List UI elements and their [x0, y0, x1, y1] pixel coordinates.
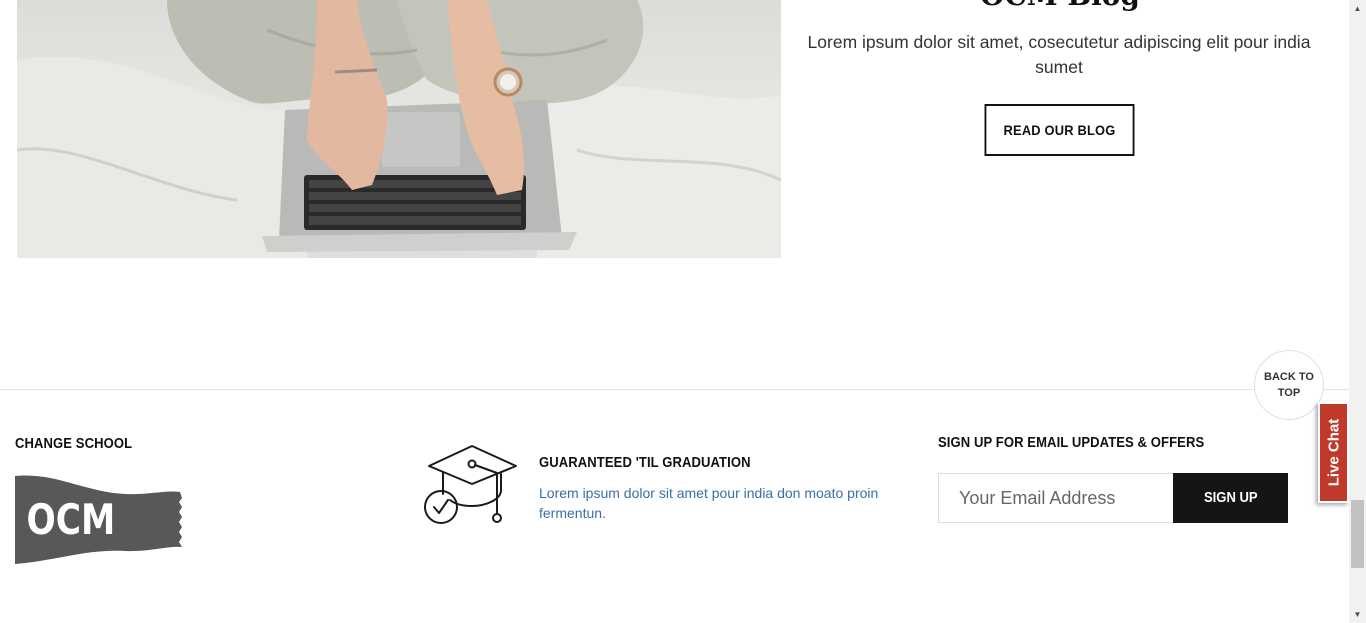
scrollbar-thumb[interactable]: [1351, 500, 1364, 568]
blog-hero-image: [17, 0, 781, 258]
back-to-top-line1: BACK TO: [1264, 371, 1314, 383]
blog-title: OCM Blog: [800, 0, 1320, 10]
sign-up-button[interactable]: SIGN UP: [1173, 473, 1288, 523]
logo-text: OCM: [26, 496, 115, 545]
sign-up-label: SIGN UP: [1203, 490, 1258, 506]
laptop-on-bed-illustration: [17, 0, 781, 258]
footer-divider: [0, 389, 1349, 390]
guarantee-description: Lorem ipsum dolor sit amet pour india do…: [539, 485, 879, 521]
change-school-heading: CHANGE SCHOOL: [15, 436, 133, 452]
scroll-down-arrow-icon[interactable]: ▼: [1349, 606, 1366, 623]
email-signup-heading: SIGN UP FOR EMAIL UPDATES & OFFERS: [938, 435, 1205, 451]
blog-description: Lorem ipsum dolor sit amet, cosecutetur …: [807, 32, 1311, 77]
ocm-flag-logo-icon: OCM: [15, 475, 182, 564]
guarantee-title: GUARANTEED 'TIL GRADUATION: [539, 455, 751, 471]
graduation-cap-check-icon: [423, 444, 519, 531]
read-our-blog-button[interactable]: READ OUR BLOG: [984, 104, 1135, 156]
email-field[interactable]: [938, 473, 1173, 523]
ocm-school-logo[interactable]: OCM: [15, 474, 182, 569]
live-chat-tab[interactable]: Live Chat: [1318, 402, 1349, 503]
back-to-top-line2: TOP: [1277, 387, 1301, 399]
back-to-top-button[interactable]: BACK TO TOP: [1254, 350, 1324, 420]
live-chat-label: Live Chat: [1325, 418, 1343, 487]
scroll-up-arrow-icon[interactable]: ▲: [1349, 0, 1366, 17]
